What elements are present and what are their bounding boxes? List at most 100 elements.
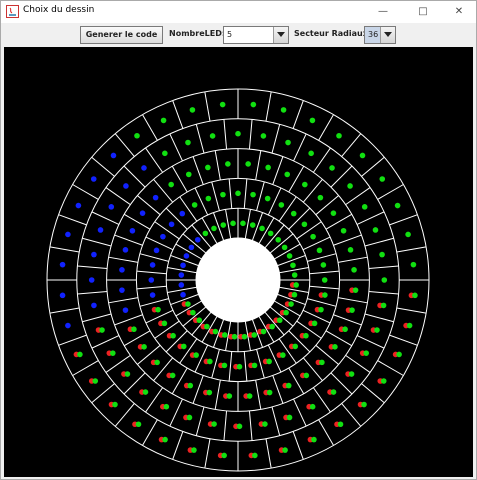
led-green[interactable] (245, 161, 251, 167)
led-green[interactable] (330, 389, 337, 395)
led-green[interactable] (317, 194, 324, 201)
led-green[interactable] (170, 332, 176, 339)
led-blue[interactable] (75, 202, 82, 209)
led-green[interactable] (221, 452, 227, 459)
led-blue[interactable] (97, 227, 104, 233)
led-green[interactable] (131, 326, 137, 333)
led-green[interactable] (220, 191, 226, 198)
led-blue[interactable] (59, 292, 66, 299)
led-green[interactable] (347, 247, 354, 253)
led-green[interactable] (236, 423, 243, 430)
led-blue[interactable] (119, 267, 125, 273)
led-blue[interactable] (108, 204, 115, 210)
led-blue[interactable] (139, 210, 146, 216)
led-green[interactable] (303, 372, 310, 379)
led-green[interactable] (235, 190, 241, 197)
led-blue[interactable] (90, 176, 97, 182)
led-blue[interactable] (188, 244, 195, 251)
led-green[interactable] (266, 389, 273, 396)
led-green[interactable] (161, 320, 168, 327)
led-green[interactable] (374, 327, 380, 333)
led-green[interactable] (231, 333, 238, 340)
led-green[interactable] (337, 421, 344, 428)
led-green[interactable] (379, 251, 385, 258)
led-green[interactable] (221, 362, 228, 369)
led-blue[interactable] (148, 277, 155, 283)
led-green[interactable] (281, 244, 288, 251)
led-green[interactable] (241, 333, 248, 340)
led-green[interactable] (160, 117, 167, 124)
led-green[interactable] (212, 328, 219, 335)
led-green[interactable] (205, 195, 212, 202)
led-green[interactable] (221, 332, 228, 338)
led-green[interactable] (226, 393, 233, 399)
led-blue[interactable] (65, 231, 71, 238)
maximize-icon[interactable]: □ (411, 1, 435, 23)
led-green[interactable] (359, 152, 366, 159)
led-green[interactable] (191, 447, 197, 453)
led-blue[interactable] (122, 307, 129, 313)
led-blue[interactable] (59, 261, 66, 268)
led-green[interactable] (380, 378, 387, 384)
led-green[interactable] (347, 183, 353, 189)
led-green[interactable] (290, 262, 296, 269)
led-green[interactable] (92, 378, 99, 384)
led-blue[interactable] (179, 210, 186, 217)
led-green[interactable] (396, 351, 402, 358)
led-blue[interactable] (88, 277, 95, 283)
led-green[interactable] (321, 277, 328, 283)
led-green[interactable] (207, 358, 213, 365)
led-green[interactable] (291, 272, 298, 278)
led-green[interactable] (348, 371, 355, 377)
led-green[interactable] (112, 401, 118, 408)
led-green[interactable] (361, 204, 368, 210)
led-green[interactable] (206, 389, 213, 396)
led-green[interactable] (269, 323, 275, 330)
led-green[interactable] (381, 277, 388, 283)
led-blue[interactable] (65, 322, 71, 329)
led-green[interactable] (99, 327, 105, 333)
led-green[interactable] (162, 150, 168, 157)
led-green[interactable] (320, 262, 327, 268)
minimize-icon[interactable]: — (371, 1, 395, 23)
led-green[interactable] (285, 139, 291, 146)
led-green[interactable] (267, 230, 274, 237)
led-green[interactable] (330, 210, 337, 216)
led-green[interactable] (204, 323, 210, 330)
led-green[interactable] (265, 164, 271, 171)
led-green[interactable] (163, 403, 170, 410)
led-green[interactable] (290, 210, 297, 217)
led-green[interactable] (291, 291, 298, 298)
led-green[interactable] (340, 227, 347, 234)
led-green[interactable] (180, 343, 187, 350)
led-green[interactable] (352, 287, 359, 293)
led-blue[interactable] (153, 247, 160, 254)
led-green[interactable] (219, 101, 226, 108)
led-green[interactable] (349, 307, 355, 313)
led-blue[interactable] (180, 291, 186, 298)
led-green[interactable] (311, 320, 318, 327)
led-green[interactable] (141, 344, 147, 350)
led-green[interactable] (406, 322, 413, 329)
led-green[interactable] (309, 117, 316, 124)
led-green[interactable] (259, 225, 265, 232)
led-green[interactable] (220, 222, 227, 228)
led-green[interactable] (142, 389, 149, 395)
led-green[interactable] (235, 130, 241, 137)
led-green[interactable] (186, 414, 193, 421)
led-green[interactable] (135, 421, 142, 428)
led-green[interactable] (361, 401, 367, 408)
chevron-down-icon[interactable] (273, 27, 288, 43)
led-green[interactable] (310, 233, 316, 240)
led-blue[interactable] (194, 236, 201, 243)
led-green[interactable] (266, 358, 272, 365)
led-green[interactable] (282, 447, 288, 453)
led-green[interactable] (110, 350, 116, 356)
led-green[interactable] (124, 371, 131, 377)
led-wheel-canvas[interactable] (4, 47, 473, 477)
led-green[interactable] (302, 181, 308, 188)
led-green[interactable] (318, 306, 324, 313)
led-green[interactable] (412, 292, 418, 299)
led-blue[interactable] (149, 292, 156, 298)
led-blue[interactable] (183, 253, 190, 259)
